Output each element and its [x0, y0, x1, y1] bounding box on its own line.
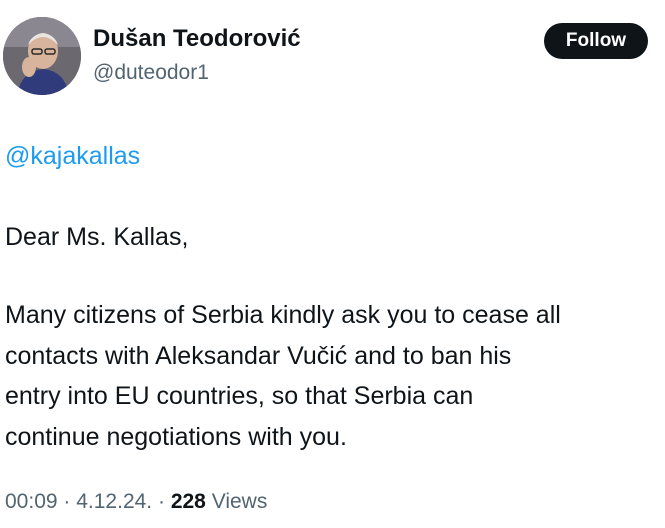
tweet-body: Many citizens of Serbia kindly ask you t…	[5, 295, 660, 457]
tweet-greeting: Dear Ms. Kallas,	[5, 223, 189, 251]
tweet-body-line: continue negotiations with you.	[5, 422, 347, 451]
follow-button[interactable]: Follow	[544, 23, 648, 59]
mention-link[interactable]: @kajakallas	[5, 140, 140, 172]
tweet-body-line: Many citizens of Serbia kindly ask you t…	[5, 301, 561, 329]
views-label: Views	[205, 490, 268, 513]
tweet-time[interactable]: 00:09	[5, 490, 58, 513]
tweet-body-line: contacts with Aleksandar Vučić and to ba…	[5, 341, 512, 370]
avatar[interactable]	[3, 17, 81, 95]
avatar-photo	[3, 17, 81, 95]
meta-separator: ·	[57, 490, 77, 513]
tweet-meta: 00:09 · 4.12.24. · 228 Views	[5, 488, 267, 516]
views-count: 228	[170, 490, 206, 513]
tweet-body-line: entry into EU countries, so that Serbia …	[5, 382, 474, 410]
meta-separator: ·	[152, 490, 171, 513]
author-display-name[interactable]: Dušan Teodorović	[93, 24, 301, 54]
tweet-date[interactable]: 4.12.24.	[76, 490, 152, 513]
tweet-card: Dušan Teodorović @duteodor1 Follow @kaja…	[0, 0, 665, 528]
author-handle[interactable]: @duteodor1	[93, 59, 209, 87]
